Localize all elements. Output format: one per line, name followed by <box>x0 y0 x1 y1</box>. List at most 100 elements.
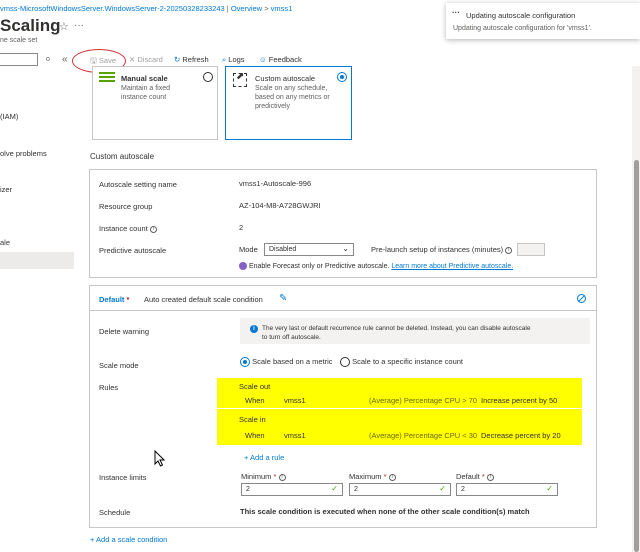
minimum-label: Minimum * i <box>241 472 286 481</box>
resource-group-label: Resource group <box>99 202 153 211</box>
mouse-cursor-icon <box>154 449 166 467</box>
scale-mode-metric-option[interactable]: Scale based on a metric <box>240 357 333 368</box>
breadcrumb-separator: | <box>226 4 229 13</box>
setting-name-label: Autoscale setting name <box>99 180 177 189</box>
scale-mode-label: Scale mode <box>99 361 139 370</box>
forecast-info: Enable Forecast only or Predictive autos… <box>239 262 513 270</box>
notification-toast[interactable]: ··· Updating autoscale configuration Upd… <box>446 3 640 39</box>
logs-button[interactable]: ⌕ Logs <box>222 55 245 65</box>
rule-when: When <box>245 431 265 440</box>
rule-action: Decrease percent by 20 <box>481 431 561 440</box>
sidebar-item-advisor[interactable]: izer <box>0 185 12 194</box>
breadcrumb-overview[interactable]: Overview <box>231 4 262 13</box>
feedback-icon: ☺ <box>259 55 267 64</box>
custom-autoscale-card[interactable]: ⬈ Custom autoscale Scale on any schedule… <box>225 66 352 140</box>
condition-title: Default * <box>99 295 130 304</box>
rule-metric: (Average) Percentage CPU > 70 <box>369 396 478 405</box>
custom-autoscale-desc: Scale on any schedule, <box>255 85 328 92</box>
minimum-input[interactable]: 2 ✓ <box>241 483 343 496</box>
setting-name-value: vmss1-Autoscale-996 <box>239 179 312 188</box>
default-input[interactable]: 2 ✓ <box>456 483 558 496</box>
mode-label: Mode <box>239 245 258 254</box>
sidebar-search-suffix: o <box>46 56 50 63</box>
manual-scale-radio[interactable] <box>203 72 213 83</box>
condition-description: Auto created default scale condition <box>144 295 263 304</box>
scale-out-rule[interactable]: When vmss1 (Average) Percentage CPU > 70… <box>245 396 585 406</box>
delete-warning-text: The very last or default recurrence rule… <box>262 325 531 332</box>
checkmark-icon: ✓ <box>546 484 553 493</box>
checkmark-icon: ✓ <box>331 484 338 493</box>
delete-warning-text: to turn off autoscale. <box>262 334 321 341</box>
notification-title: Updating autoscale configuration <box>466 11 576 20</box>
sidebar-item-iam[interactable]: (IAM) <box>0 112 18 121</box>
sidebar-search-input[interactable] <box>0 53 38 66</box>
info-icon[interactable]: i <box>388 473 396 481</box>
sidebar-item-selected[interactable] <box>0 252 74 269</box>
default-label: Default * i <box>456 472 494 481</box>
predictive-learn-more-link[interactable]: Learn more about Predictive autoscale. <box>391 263 513 270</box>
checkmark-icon: ✓ <box>439 484 446 493</box>
info-icon[interactable]: i <box>149 225 157 233</box>
prelaunch-input[interactable] <box>517 243 545 256</box>
manual-scale-title: Manual scale <box>121 74 168 83</box>
instance-count-value: 2 <box>239 223 244 232</box>
progress-dots-icon: ··· <box>452 8 460 17</box>
maximum-input[interactable]: 2 ✓ <box>349 483 451 496</box>
scale-metric-radio[interactable] <box>240 357 250 368</box>
more-options-icon[interactable]: ··· <box>74 20 84 31</box>
premium-icon <box>239 262 247 270</box>
rule-resource: vmss1 <box>284 431 306 440</box>
maximum-label: Maximum * i <box>349 472 396 481</box>
section-title: Custom autoscale <box>90 152 155 161</box>
page-title: Scaling <box>0 16 61 35</box>
custom-autoscale-title: Custom autoscale <box>255 74 316 83</box>
instance-count-label: Instance count i <box>99 224 157 233</box>
schedule-text: This scale condition is executed when no… <box>240 507 530 516</box>
info-icon[interactable]: i <box>505 246 513 254</box>
rule-resource: vmss1 <box>284 396 306 405</box>
custom-autoscale-desc: based on any metrics or <box>255 94 330 101</box>
instance-limits-label: Instance limits <box>99 473 147 482</box>
logs-icon: ⌕ <box>222 55 227 64</box>
scale-in-rule[interactable]: When vmss1 (Average) Percentage CPU < 30… <box>245 431 585 441</box>
edit-pencil-icon[interactable]: ✎ <box>279 293 287 304</box>
close-icon: ✕ <box>129 55 136 64</box>
favorite-star-icon[interactable]: ☆ <box>59 20 69 33</box>
info-icon[interactable]: i <box>278 473 286 481</box>
scrollbar-thumb[interactable] <box>634 160 639 552</box>
scale-specific-radio[interactable] <box>340 357 350 368</box>
manual-scale-desc: Maintain a fixed <box>121 85 171 92</box>
add-rule-link[interactable]: + Add a rule <box>244 453 284 462</box>
custom-autoscale-icon: ⬈ <box>233 71 247 87</box>
manual-scale-icon <box>99 72 115 82</box>
manual-scale-card[interactable]: Manual scale Maintain a fixed instance c… <box>92 66 218 140</box>
feedback-button[interactable]: ☺ Feedback <box>259 55 302 64</box>
prelaunch-label: Pre-launch setup of instances (minutes) … <box>371 245 513 254</box>
rules-label: Rules <box>99 383 119 392</box>
scale-condition-header-border <box>89 310 597 311</box>
sidebar-item-scale[interactable]: ale <box>0 238 10 247</box>
refresh-button[interactable]: ↻ Refresh <box>174 55 209 64</box>
discard-button[interactable]: ✕ Discard <box>129 55 163 64</box>
resource-group-value: AZ-104-M8-A728GWJRI <box>239 201 321 210</box>
sidebar-collapse-icon[interactable]: « <box>62 54 68 65</box>
info-icon[interactable]: i <box>486 473 494 481</box>
breadcrumb-resource[interactable]: vmss-MicrosoftWindowsServer.WindowsServe… <box>0 4 225 13</box>
rule-action: Increase percent by 50 <box>481 396 558 405</box>
manual-scale-desc: instance count <box>121 94 167 101</box>
rule-metric: (Average) Percentage CPU < 30 <box>369 431 478 440</box>
breadcrumb-current[interactable]: vmss1 <box>271 4 293 13</box>
sidebar-item-diagnose[interactable]: olve problems <box>0 149 47 158</box>
mode-dropdown[interactable]: Disabled ⌄ <box>264 243 354 256</box>
notification-message: Updating autoscale configuration for 'vm… <box>453 25 592 32</box>
custom-autoscale-desc: predictively <box>255 103 291 110</box>
scale-out-heading: Scale out <box>239 382 271 391</box>
disable-condition-icon[interactable] <box>577 294 586 303</box>
custom-autoscale-radio[interactable] <box>337 72 347 83</box>
refresh-icon: ↻ <box>174 55 181 64</box>
delete-warning-label: Delete warning <box>99 327 150 336</box>
rule-when: When <box>245 396 265 405</box>
add-scale-condition-link[interactable]: + Add a scale condition <box>90 535 167 544</box>
breadcrumb[interactable]: vmss-MicrosoftWindowsServer.WindowsServe… <box>0 4 292 13</box>
scale-mode-specific-option[interactable]: Scale to a specific instance count <box>340 357 463 368</box>
